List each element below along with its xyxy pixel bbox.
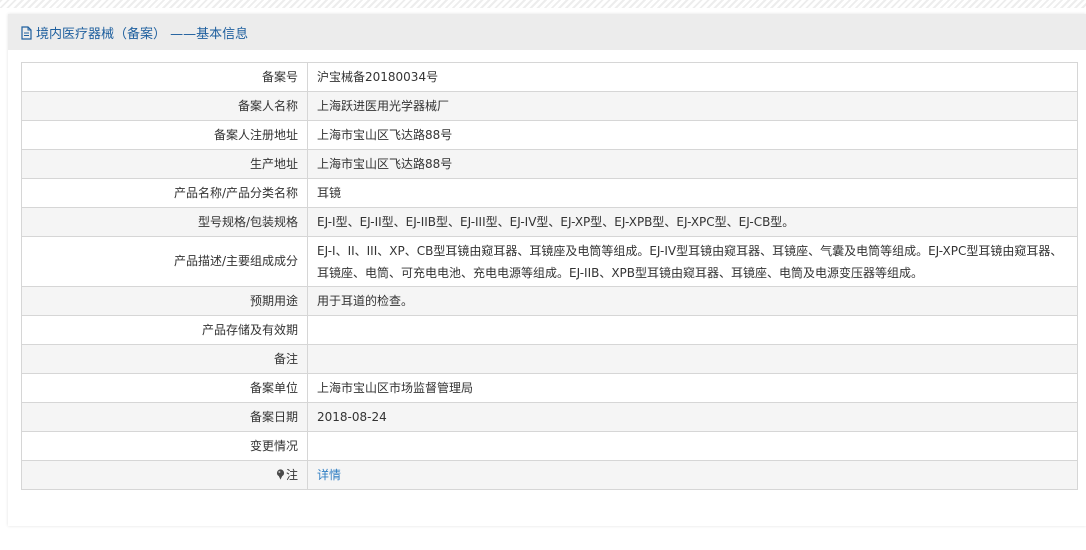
row-value-filing-number: 沪宝械备20180034号 [307,62,1078,92]
row-label-intended-use: 预期用途 [21,286,308,316]
row-label-model-spec: 型号规格/包装规格 [21,207,308,237]
row-value-model-spec: EJ-I型、EJ-II型、EJ-IIB型、EJ-III型、EJ-IV型、EJ-X… [307,207,1078,237]
table-row: 备注 [21,344,1078,374]
table-row: 产品存储及有效期 [21,315,1078,345]
row-label-registered-address: 备案人注册地址 [21,120,308,150]
row-label-remarks: 备注 [21,344,308,374]
row-value-note: 详情 [307,460,1078,490]
pin-icon [276,467,285,480]
table-row: 备案单位 上海市宝山区市场监督管理局 [21,373,1078,403]
table-row: 产品名称/产品分类名称 耳镜 [21,178,1078,208]
table-row: 预期用途 用于耳道的检查。 [21,286,1078,316]
table-row: 备案日期 2018-08-24 [21,402,1078,432]
table-row: 生产地址 上海市宝山区飞达路88号 [21,149,1078,179]
row-label-product-description: 产品描述/主要组成成分 [21,236,308,287]
row-value-production-address: 上海市宝山区飞达路88号 [307,149,1078,179]
table-row: 备案人名称 上海跃进医用光学器械厂 [21,91,1078,121]
table-row: 注 详情 [21,460,1078,490]
row-label-storage-validity: 产品存储及有效期 [21,315,308,345]
row-label-filing-date: 备案日期 [21,402,308,432]
note-label: 注 [285,467,298,482]
row-label-change-status: 变更情况 [21,431,308,461]
row-value-storage-validity [307,315,1078,345]
row-label-filing-unit: 备案单位 [21,373,308,403]
row-value-filing-date: 2018-08-24 [307,402,1078,432]
row-value-intended-use: 用于耳道的检查。 [307,286,1078,316]
row-label-filing-number: 备案号 [21,62,308,92]
row-value-product-name: 耳镜 [307,178,1078,208]
panel-header: 境内医疗器械（备案） ——基本信息 [8,14,1086,50]
basic-info-panel: 境内医疗器械（备案） ——基本信息 备案号 沪宝械备20180034号 备案人名… [8,14,1086,526]
table-row: 型号规格/包装规格 EJ-I型、EJ-II型、EJ-IIB型、EJ-III型、E… [21,207,1078,237]
panel-title: 境内医疗器械（备案） ——基本信息 [36,26,249,42]
row-value-remarks [307,344,1078,374]
row-label-filer-name: 备案人名称 [21,91,308,121]
table-row: 产品描述/主要组成成分 EJ-I、II、III、XP、CB型耳镜由窥耳器、耳镜座… [21,236,1078,287]
row-value-registered-address: 上海市宝山区飞达路88号 [307,120,1078,150]
row-value-filing-unit: 上海市宝山区市场监督管理局 [307,373,1078,403]
table-row: 备案号 沪宝械备20180034号 [21,62,1078,92]
row-value-change-status [307,431,1078,461]
row-label-product-name: 产品名称/产品分类名称 [21,178,308,208]
row-label-production-address: 生产地址 [21,149,308,179]
document-icon [20,25,33,40]
top-decorative-stripe [0,0,1086,8]
row-value-filer-name: 上海跃进医用光学器械厂 [307,91,1078,121]
row-value-product-description: EJ-I、II、III、XP、CB型耳镜由窥耳器、耳镜座及电筒等组成。EJ-IV… [307,236,1078,287]
info-table: 备案号 沪宝械备20180034号 备案人名称 上海跃进医用光学器械厂 备案人注… [21,62,1078,490]
table-row: 变更情况 [21,431,1078,461]
table-row: 备案人注册地址 上海市宝山区飞达路88号 [21,120,1078,150]
row-label-note: 注 [21,460,308,490]
details-link[interactable]: 详情 [317,468,341,482]
